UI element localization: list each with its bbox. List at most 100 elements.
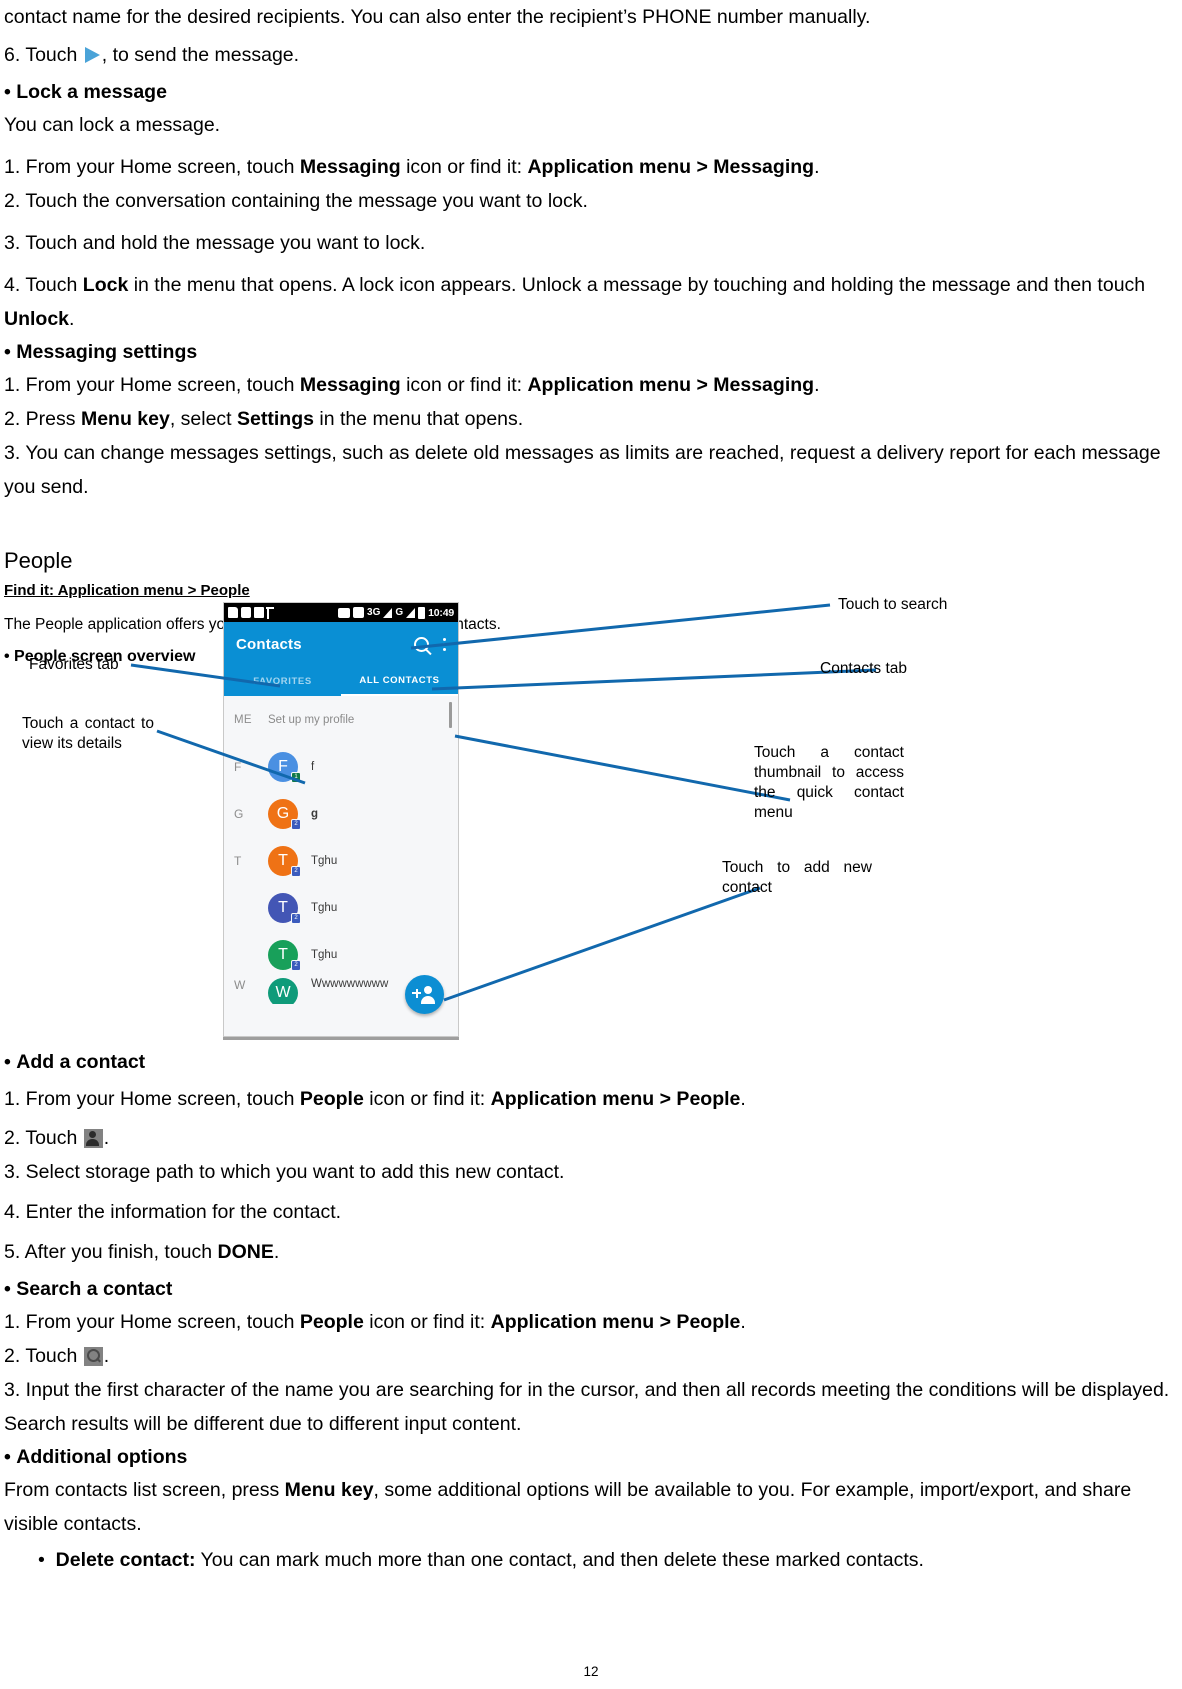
search-icon[interactable] (414, 636, 429, 652)
heading-messaging-settings: • Messaging settings (4, 336, 1176, 368)
add-step-5: 5. After you finish, touch DONE. (4, 1235, 1176, 1269)
section-letter: T (234, 853, 242, 868)
app-title: Contacts (236, 635, 302, 653)
avatar-initial: T (278, 898, 288, 916)
callout-favorites-tab: Favorites tab (29, 656, 119, 673)
set-step1-b: Messaging (299, 374, 401, 396)
contact-name: Wwwwwwwww (311, 978, 389, 990)
set-step1-d: Application menu > Messaging (527, 374, 815, 396)
search-step1-b: People (299, 1311, 364, 1333)
manual-page: contact name for the desired recipients.… (0, 0, 1182, 1689)
heading-additional-options: • Additional options (4, 1441, 1176, 1473)
bottom-text-block: • Add a contact 1. From your Home screen… (4, 1046, 1176, 1577)
status-bar-clock: 10:49 (428, 606, 454, 619)
add-contact-fab[interactable] (405, 975, 444, 1014)
avatar-initial: T (278, 851, 288, 869)
lock-step1-e: . (814, 156, 820, 178)
top-text-block: contact name for the desired recipients.… (4, 0, 1176, 670)
set-step1-c: icon or find it: (400, 374, 528, 396)
list-item-me[interactable]: ME Set up my profile (224, 696, 458, 743)
step-6: 6. Touch , to send the message. (4, 38, 1176, 72)
add-step1-d: Application menu > People (490, 1088, 741, 1110)
sim-badge: 2 (291, 959, 301, 971)
callout-leader-lines (130, 603, 877, 1002)
avatar[interactable]: W (268, 978, 298, 1004)
lock-step1-d: Application menu > Messaging (527, 156, 815, 178)
list-scrollbar[interactable] (449, 702, 452, 728)
heading-add-a-contact: • Add a contact (4, 1046, 1176, 1078)
avatar[interactable]: T 2 (268, 845, 301, 877)
avatar[interactable]: G 2 (268, 798, 301, 830)
bullet-glyph-4: • (4, 1051, 17, 1073)
settings-step-3: 3. You can change messages settings, suc… (4, 442, 1161, 498)
add-step2-a: 2. Touch (4, 1127, 83, 1149)
contact-name: Tghu (311, 948, 338, 961)
avatar[interactable]: T 2 (268, 939, 301, 971)
search-step1-e: . (740, 1311, 746, 1333)
search-step2-b: . (103, 1345, 110, 1367)
sim-badge: 2 (291, 865, 301, 877)
add-step5-b: DONE (217, 1241, 274, 1263)
avatar[interactable]: F 1 (268, 751, 301, 783)
avatar[interactable]: T 2 (268, 892, 301, 924)
heading-search-contact-text: Search a contact (16, 1278, 173, 1300)
plus-vertical-icon (415, 988, 418, 998)
phone-tab-bar: FAVORITES ALL CONTACTS (224, 666, 458, 696)
add-step2-b: . (103, 1127, 110, 1149)
search-step-1: 1. From your Home screen, touch People i… (4, 1305, 1176, 1339)
contacts-list[interactable]: ME Set up my profile F F 1 f G G 2 g T T… (224, 696, 458, 1036)
delete-contact-label: Delete contact: (55, 1549, 196, 1571)
addl-intro-b: Menu key (284, 1479, 374, 1501)
list-item[interactable]: T 2 Tghu (224, 884, 458, 931)
search-step2-a: 2. Touch (4, 1345, 83, 1367)
heading-lock-text: Lock a message (16, 81, 167, 103)
search-step-3: 3. Input the first character of the name… (4, 1379, 1170, 1435)
lock-step1-a: 1. From your Home screen, touch (4, 156, 300, 178)
heading-messaging-settings-text: Messaging settings (16, 341, 198, 363)
list-item[interactable]: G G 2 g (224, 790, 458, 837)
bullet-glyph-7: • (38, 1549, 56, 1571)
lock-step1-c: icon or find it: (400, 156, 528, 178)
step-6-suffix: , to send the message. (101, 44, 300, 66)
lock-step-2: 2. Touch the conversation containing the… (4, 190, 588, 212)
avatar-initial: W (275, 984, 291, 1001)
settings-step-1: 1. From your Home screen, touch Messagin… (4, 368, 1176, 402)
lock-step1-b: Messaging (299, 156, 401, 178)
bullet-glyph-2: • (4, 341, 17, 363)
add-step1-a: 1. From your Home screen, touch (4, 1088, 300, 1110)
addl-intro-a: From contacts list screen, press (4, 1479, 285, 1501)
avatar-initial: G (276, 804, 290, 822)
screenshot-icon (254, 607, 264, 618)
contact-name: f (311, 760, 315, 773)
phone-app-bar: Contacts (224, 622, 458, 666)
list-item[interactable]: F F 1 f (224, 743, 458, 790)
section-letter: G (234, 806, 244, 821)
phone-status-bar: 3G G 10:49 (224, 603, 458, 622)
overflow-menu-icon[interactable] (443, 637, 446, 651)
lock-step4-d: Unlock (4, 308, 70, 330)
contact-name: g (311, 807, 319, 820)
set-step1-e: . (814, 374, 820, 396)
app-bar-actions (414, 636, 446, 652)
set-step2-e: in the menu that opens. (313, 408, 524, 430)
add-person-head-icon (424, 986, 432, 994)
status-bar-left-icons (228, 606, 277, 619)
tab-all-contacts[interactable]: ALL CONTACTS (341, 666, 458, 696)
heading-add-contact-text: Add a contact (16, 1051, 146, 1073)
vibrate-icon (338, 607, 351, 618)
list-item[interactable]: T T 2 Tghu (224, 837, 458, 884)
callout-touch-contact-details: Touch a contact to view its details (22, 715, 154, 752)
add-step-2: 2. Touch . (4, 1121, 1176, 1155)
add-step5-c: . (273, 1241, 280, 1263)
set-step2-c: , select (169, 408, 238, 430)
add-step-4: 4. Enter the information for the contact… (4, 1201, 342, 1223)
list-item[interactable]: T 2 Tghu (224, 931, 458, 978)
add-step1-c: icon or find it: (363, 1088, 491, 1110)
phone-base-shadow (223, 1037, 459, 1040)
search-step1-a: 1. From your Home screen, touch (4, 1311, 300, 1333)
sim-card-icon (228, 607, 238, 618)
set-step1-a: 1. From your Home screen, touch (4, 374, 300, 396)
bullet-glyph: • (4, 81, 17, 103)
tab-favorites[interactable]: FAVORITES (224, 666, 341, 696)
section-letter: F (234, 759, 242, 774)
